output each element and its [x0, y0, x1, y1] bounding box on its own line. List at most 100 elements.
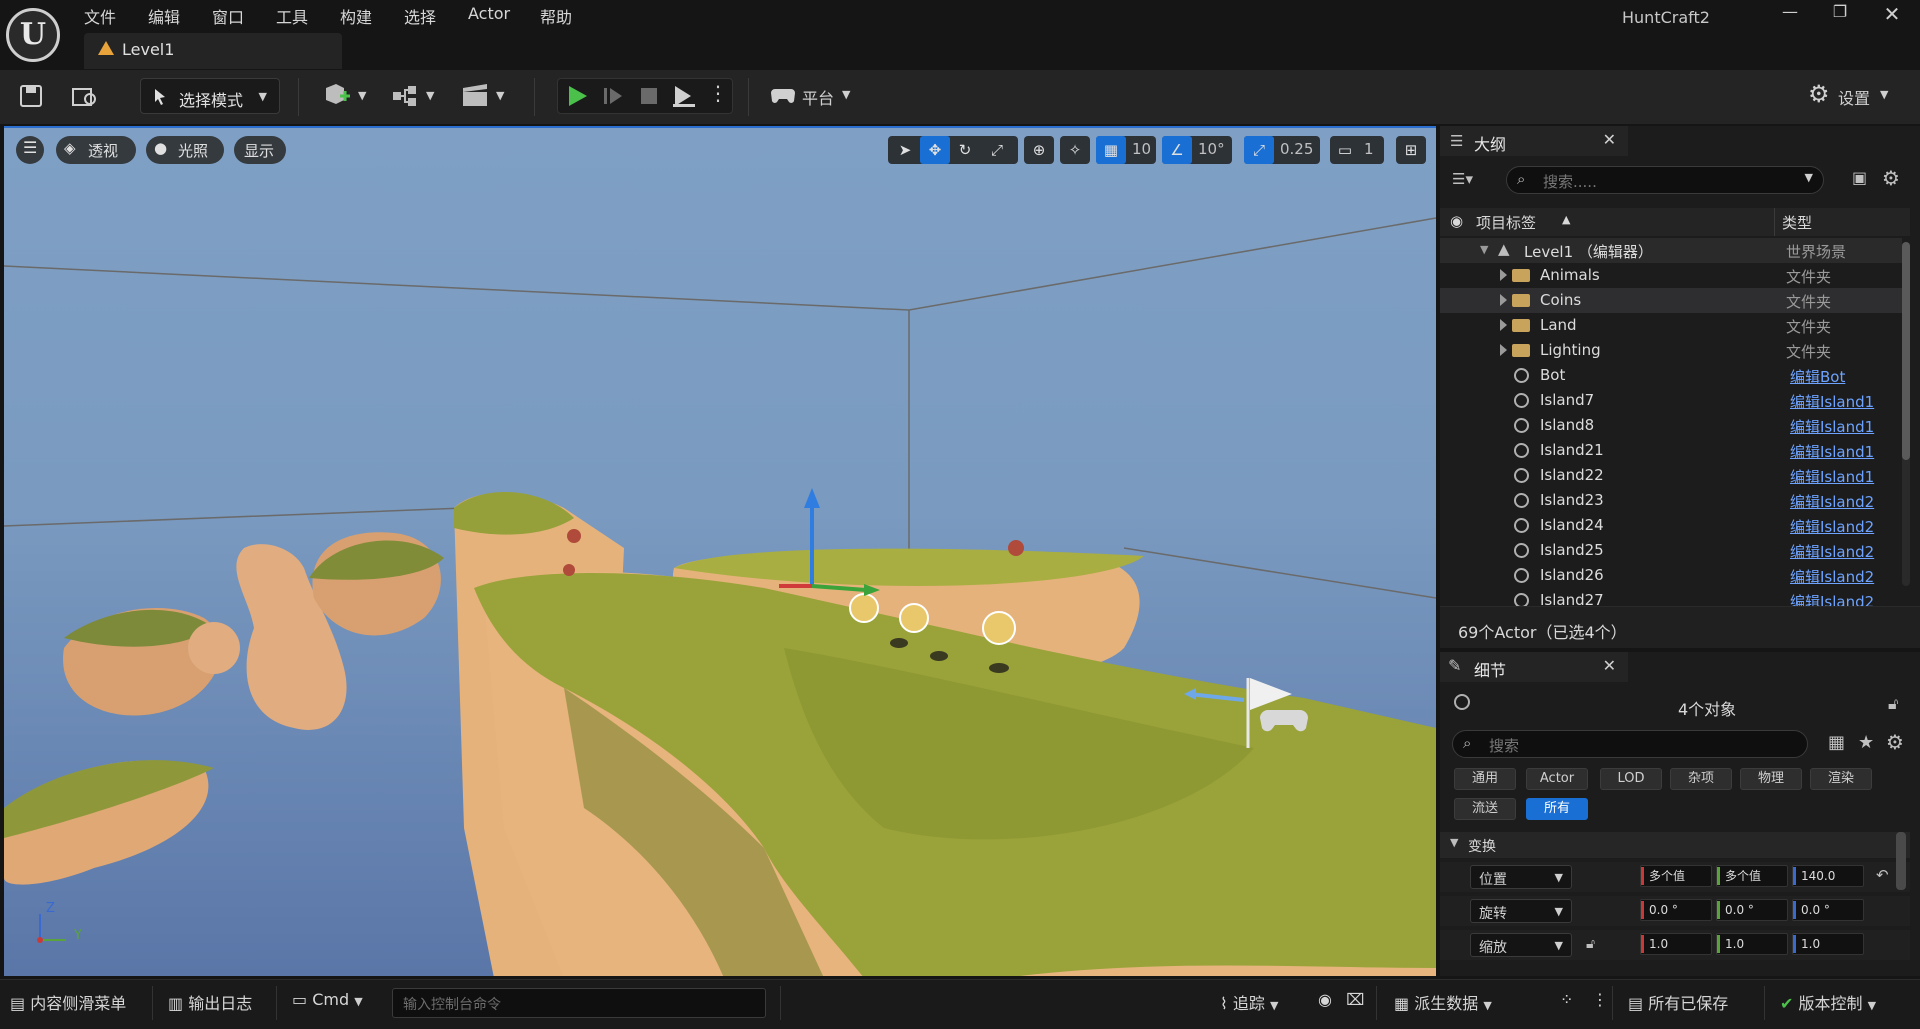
browse-icon[interactable] [70, 78, 104, 114]
cinematics-icon[interactable]: ▼ [460, 78, 510, 114]
menu-build[interactable]: 构建 [340, 4, 372, 28]
network-icon[interactable]: ⁘ [1560, 990, 1573, 1009]
console-command-input[interactable]: 输入控制台命令 [392, 988, 766, 1018]
col-item-label[interactable]: 项目标签 [1476, 212, 1536, 233]
more-icon[interactable]: ⋮ [1592, 990, 1608, 1009]
outliner-search-input[interactable]: ⌕ 搜索..... ▼ [1506, 166, 1824, 194]
row-link[interactable]: 编辑Island2 [1790, 591, 1874, 606]
add-folder-icon[interactable]: ▣ [1852, 168, 1867, 187]
move-tool-icon[interactable]: ✥ [920, 136, 950, 164]
blueprint-icon[interactable]: ▼ [390, 78, 440, 114]
stop-icon[interactable] [636, 83, 662, 113]
rotation-dropdown[interactable]: 旋转 ▼ [1470, 899, 1572, 923]
menu-actor[interactable]: Actor [468, 4, 510, 23]
scene-render[interactable] [4, 128, 1436, 976]
details-search-input[interactable]: ⌕ 搜索 [1452, 730, 1808, 758]
row-link[interactable]: 编辑Island1 [1790, 466, 1874, 487]
layout-icon[interactable]: ⊞ [1396, 136, 1426, 164]
advance-frame-icon[interactable] [600, 83, 626, 113]
menu-select[interactable]: 选择 [404, 4, 436, 28]
outliner-row-actor[interactable]: Island26 编辑Island2 [1440, 563, 1902, 588]
add-actor-icon[interactable]: ▼ [322, 78, 372, 114]
outliner-scrollbar[interactable] [1902, 242, 1910, 586]
close-details-icon[interactable]: ✕ [1603, 656, 1616, 675]
scale-dropdown[interactable]: 缩放 ▼ [1470, 933, 1572, 957]
outliner-row-actor[interactable]: Island24 编辑Island2 [1440, 513, 1902, 538]
table-view-icon[interactable]: ▦ [1828, 732, 1845, 753]
select-tool-icon[interactable]: ➤ [890, 136, 920, 164]
outliner-settings-icon[interactable]: ⚙ [1882, 166, 1900, 190]
outliner-row-actor[interactable]: Island7 编辑Island1 [1440, 388, 1902, 413]
filter-lod[interactable]: LOD [1600, 768, 1662, 790]
level-tab[interactable]: Level1 [84, 33, 342, 69]
lock-icon[interactable]: 🔓︎ [1888, 694, 1898, 714]
eject-icon[interactable] [670, 83, 698, 113]
platform-button[interactable]: 平台 ▼ [770, 78, 866, 114]
minimize-icon[interactable]: — [1770, 2, 1810, 28]
location-y-input[interactable]: 多个值 [1716, 865, 1788, 887]
menu-file[interactable]: 文件 [84, 4, 116, 28]
camera-speed[interactable]: ▭ 1 [1330, 136, 1384, 164]
scale-z-input[interactable]: 1.0 [1792, 933, 1864, 955]
row-link[interactable]: 编辑Island1 [1790, 416, 1874, 437]
details-tab[interactable]: ✎ 细节 ✕ [1440, 652, 1628, 682]
row-link[interactable]: 编辑Island2 [1790, 566, 1874, 587]
favorite-star-icon[interactable]: ★ [1858, 732, 1874, 753]
col-type[interactable]: 类型 [1782, 212, 1812, 233]
filter-misc[interactable]: 杂项 [1670, 768, 1732, 790]
menu-edit[interactable]: 编辑 [148, 4, 180, 28]
derived-data-dropdown[interactable]: ▦ 派生数据 ▼ [1394, 990, 1492, 1014]
filter-icon[interactable]: ☰▾ [1452, 170, 1473, 188]
viewport-menu-icon[interactable]: ☰ [16, 136, 44, 164]
filter-all[interactable]: 所有 [1526, 798, 1588, 820]
trace-dropdown[interactable]: ⌇ 追踪 ▼ [1220, 990, 1278, 1014]
grid-snap[interactable]: ▦ 10 [1096, 136, 1156, 164]
screenshot-icon[interactable]: ⌧ [1346, 990, 1364, 1009]
close-window-icon[interactable]: ✕ [1872, 2, 1912, 28]
scale-x-input[interactable]: 1.0 [1640, 933, 1712, 955]
row-link[interactable]: 编辑Bot [1790, 366, 1845, 387]
filter-streaming[interactable]: 流送 [1454, 798, 1516, 820]
content-drawer-button[interactable]: ▤ 内容侧滑菜单 [10, 990, 126, 1014]
menu-tools[interactable]: 工具 [276, 4, 308, 28]
record-icon[interactable]: ◉ [1318, 990, 1332, 1009]
rotation-snap[interactable]: ∠ 10° [1162, 136, 1232, 164]
surface-snap-icon[interactable]: ✧ [1060, 136, 1090, 164]
details-scrollbar[interactable] [1896, 832, 1906, 890]
outliner-row-folder[interactable]: Coins 文件夹 [1440, 288, 1902, 313]
outliner-row-actor[interactable]: Bot 编辑Bot [1440, 363, 1902, 388]
outliner-row-folder[interactable]: Animals 文件夹 [1440, 263, 1902, 288]
output-log-button[interactable]: ▥ 输出日志 [168, 990, 252, 1014]
settings-button[interactable]: ⚙ 设置 ▼ [1808, 78, 1900, 114]
menu-help[interactable]: 帮助 [540, 4, 572, 28]
outliner-row-actor[interactable]: Island22 编辑Island1 [1440, 463, 1902, 488]
outliner-row-actor[interactable]: Island25 编辑Island2 [1440, 538, 1902, 563]
filter-rendering[interactable]: 渲染 [1810, 768, 1872, 790]
filter-physics[interactable]: 物理 [1740, 768, 1802, 790]
show-button[interactable]: 显示 [234, 136, 286, 164]
row-link[interactable]: 编辑Island1 [1790, 391, 1874, 412]
outliner-row-actor[interactable]: Island21 编辑Island1 [1440, 438, 1902, 463]
reset-arrow-icon[interactable]: ↶ [1876, 866, 1889, 884]
row-link[interactable]: 编辑Island2 [1790, 491, 1874, 512]
outliner-row-actor[interactable]: Island8 编辑Island1 [1440, 413, 1902, 438]
level-viewport[interactable]: ☰ ◈ 透视 ● 光照 显示 ➤ ✥ ↻ ⤢ ⊕ ✧ ▦ 10 ∠ 10° ⤢ … [4, 126, 1436, 976]
rotation-x-input[interactable]: 0.0 ° [1640, 899, 1712, 921]
outliner-row-folder[interactable]: Land 文件夹 [1440, 313, 1902, 338]
outliner-row-level[interactable]: ▼ ▲ Level1 （编辑器） 世界场景 [1440, 238, 1902, 263]
rotation-y-input[interactable]: 0.0 ° [1716, 899, 1788, 921]
filter-general[interactable]: 通用 [1454, 768, 1516, 790]
scale-y-input[interactable]: 1.0 [1716, 933, 1788, 955]
outliner-row-actor[interactable]: Island23 编辑Island2 [1440, 488, 1902, 513]
location-x-input[interactable]: 多个值 [1640, 865, 1712, 887]
location-dropdown[interactable]: 位置 ▼ [1470, 865, 1572, 889]
rotation-z-input[interactable]: 0.0 ° [1792, 899, 1864, 921]
play-options-icon[interactable]: ⋮ [708, 81, 728, 105]
menu-window[interactable]: 窗口 [212, 4, 244, 28]
transform-section-header[interactable]: ▼ 变换 [1440, 832, 1910, 858]
rotate-tool-icon[interactable]: ↻ [950, 136, 980, 164]
outliner-tab[interactable]: ☰ 大纲 ✕ [1440, 126, 1628, 156]
details-settings-icon[interactable]: ⚙ [1886, 730, 1904, 754]
play-icon[interactable] [564, 83, 592, 113]
select-mode-dropdown[interactable]: 选择模式 ▼ [140, 78, 280, 114]
